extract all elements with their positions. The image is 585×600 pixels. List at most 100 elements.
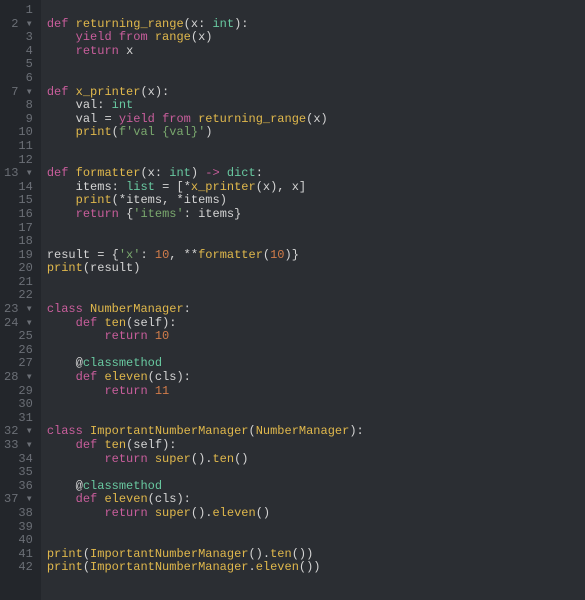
code-line[interactable]: def eleven(cls):	[47, 493, 585, 507]
code-line[interactable]: return super().eleven()	[47, 507, 585, 521]
line-number[interactable]: 4	[4, 45, 33, 59]
line-number[interactable]: 21	[4, 276, 33, 290]
code-line[interactable]: return x	[47, 45, 585, 59]
line-number[interactable]: 30	[4, 398, 33, 412]
line-number[interactable]: 29	[4, 385, 33, 399]
line-number[interactable]: 11	[4, 140, 33, 154]
code-line[interactable]: def formatter(x: int) -> dict:	[47, 167, 585, 181]
code-line[interactable]: return 11	[47, 385, 585, 399]
line-number[interactable]: 31	[4, 412, 33, 426]
code-line[interactable]	[47, 4, 585, 18]
line-number[interactable]: 20	[4, 262, 33, 276]
code-line[interactable]: return 10	[47, 330, 585, 344]
code-line[interactable]: print(ImportantNumberManager().ten())	[47, 548, 585, 562]
line-number[interactable]: 34	[4, 453, 33, 467]
token-kw: yield from	[76, 30, 155, 44]
code-line[interactable]	[47, 466, 585, 480]
token-op: )	[220, 193, 227, 207]
token-fn: NumberManager	[256, 424, 350, 438]
line-number[interactable]: 27	[4, 357, 33, 371]
line-number[interactable]: 19	[4, 249, 33, 263]
code-line[interactable]	[47, 521, 585, 535]
token-bi: print	[47, 261, 83, 275]
code-line[interactable]: print(*items, *items)	[47, 194, 585, 208]
code-line[interactable]: def ten(self):	[47, 439, 585, 453]
line-number[interactable]: 35	[4, 466, 33, 480]
code-line[interactable]	[47, 72, 585, 86]
line-number[interactable]: 5	[4, 58, 33, 72]
line-number[interactable]: 24 ▾	[4, 317, 33, 331]
line-number[interactable]: 12	[4, 154, 33, 168]
line-number[interactable]: 37 ▾	[4, 493, 33, 507]
token-op: = {	[90, 248, 119, 262]
line-number[interactable]: 7 ▾	[4, 86, 33, 100]
code-line[interactable]	[47, 276, 585, 290]
code-line[interactable]	[47, 140, 585, 154]
line-number[interactable]: 42	[4, 561, 33, 575]
line-number[interactable]: 1	[4, 4, 33, 18]
line-number[interactable]: 16	[4, 208, 33, 222]
line-number[interactable]: 23 ▾	[4, 303, 33, 317]
line-number[interactable]: 38	[4, 507, 33, 521]
token-white	[47, 452, 105, 466]
line-number[interactable]: 13 ▾	[4, 167, 33, 181]
line-number[interactable]: 41	[4, 548, 33, 562]
line-number[interactable]: 36	[4, 480, 33, 494]
code-editor[interactable]: 1 2 ▾3 4 5 6 7 ▾8 9 10 11 12 13 ▾14 15 1…	[0, 0, 585, 600]
line-number[interactable]: 40	[4, 534, 33, 548]
code-line[interactable]	[47, 154, 585, 168]
token-op: :	[198, 17, 212, 31]
line-number[interactable]: 17	[4, 222, 33, 236]
code-line[interactable]: return super().ten()	[47, 453, 585, 467]
token-white	[47, 44, 76, 58]
code-line[interactable]: @classmethod	[47, 480, 585, 494]
code-line[interactable]: print(ImportantNumberManager.eleven())	[47, 561, 585, 575]
line-number[interactable]: 2 ▾	[4, 18, 33, 32]
line-number[interactable]: 8	[4, 99, 33, 113]
code-line[interactable]	[47, 534, 585, 548]
code-line[interactable]: val: int	[47, 99, 585, 113]
line-number[interactable]: 22	[4, 289, 33, 303]
line-number-gutter[interactable]: 1 2 ▾3 4 5 6 7 ▾8 9 10 11 12 13 ▾14 15 1…	[0, 0, 41, 600]
code-line[interactable]	[47, 58, 585, 72]
line-number[interactable]: 33 ▾	[4, 439, 33, 453]
code-area[interactable]: def returning_range(x: int): yield from …	[41, 0, 585, 600]
code-line[interactable]: class ImportantNumberManager(NumberManag…	[47, 425, 585, 439]
line-number[interactable]: 14	[4, 181, 33, 195]
code-line[interactable]: print(result)	[47, 262, 585, 276]
code-line[interactable]	[47, 412, 585, 426]
line-number[interactable]: 15	[4, 194, 33, 208]
code-line[interactable]	[47, 235, 585, 249]
line-number[interactable]: 18	[4, 235, 33, 249]
code-line[interactable]: def x_printer(x):	[47, 86, 585, 100]
code-line[interactable]: def ten(self):	[47, 317, 585, 331]
code-line[interactable]: result = {'x': 10, **formatter(10)}	[47, 249, 585, 263]
code-line[interactable]	[47, 398, 585, 412]
code-line[interactable]: def returning_range(x: int):	[47, 18, 585, 32]
code-line[interactable]: val = yield from returning_range(x)	[47, 113, 585, 127]
code-line[interactable]: def eleven(cls):	[47, 371, 585, 385]
code-line[interactable]: yield from range(x)	[47, 31, 585, 45]
code-line[interactable]: items: list = [*x_printer(x), x]	[47, 181, 585, 195]
line-number[interactable]: 32 ▾	[4, 425, 33, 439]
code-line[interactable]: @classmethod	[47, 357, 585, 371]
code-line[interactable]	[47, 289, 585, 303]
token-op: =	[97, 112, 119, 126]
line-number[interactable]: 10	[4, 126, 33, 140]
code-line[interactable]: class NumberManager:	[47, 303, 585, 317]
line-number[interactable]: 28 ▾	[4, 371, 33, 385]
line-number[interactable]: 39	[4, 521, 33, 535]
line-number[interactable]: 9	[4, 113, 33, 127]
token-op: *	[176, 193, 183, 207]
code-line[interactable]	[47, 344, 585, 358]
line-number[interactable]: 26	[4, 344, 33, 358]
token-kw: class	[47, 424, 90, 438]
line-number[interactable]: 6	[4, 72, 33, 86]
code-line[interactable]: print(f'val {val}')	[47, 126, 585, 140]
line-number[interactable]: 3	[4, 31, 33, 45]
code-line[interactable]: return {'items': items}	[47, 208, 585, 222]
token-op: (	[191, 30, 198, 44]
token-id: items	[198, 207, 234, 221]
code-line[interactable]	[47, 222, 585, 236]
line-number[interactable]: 25	[4, 330, 33, 344]
